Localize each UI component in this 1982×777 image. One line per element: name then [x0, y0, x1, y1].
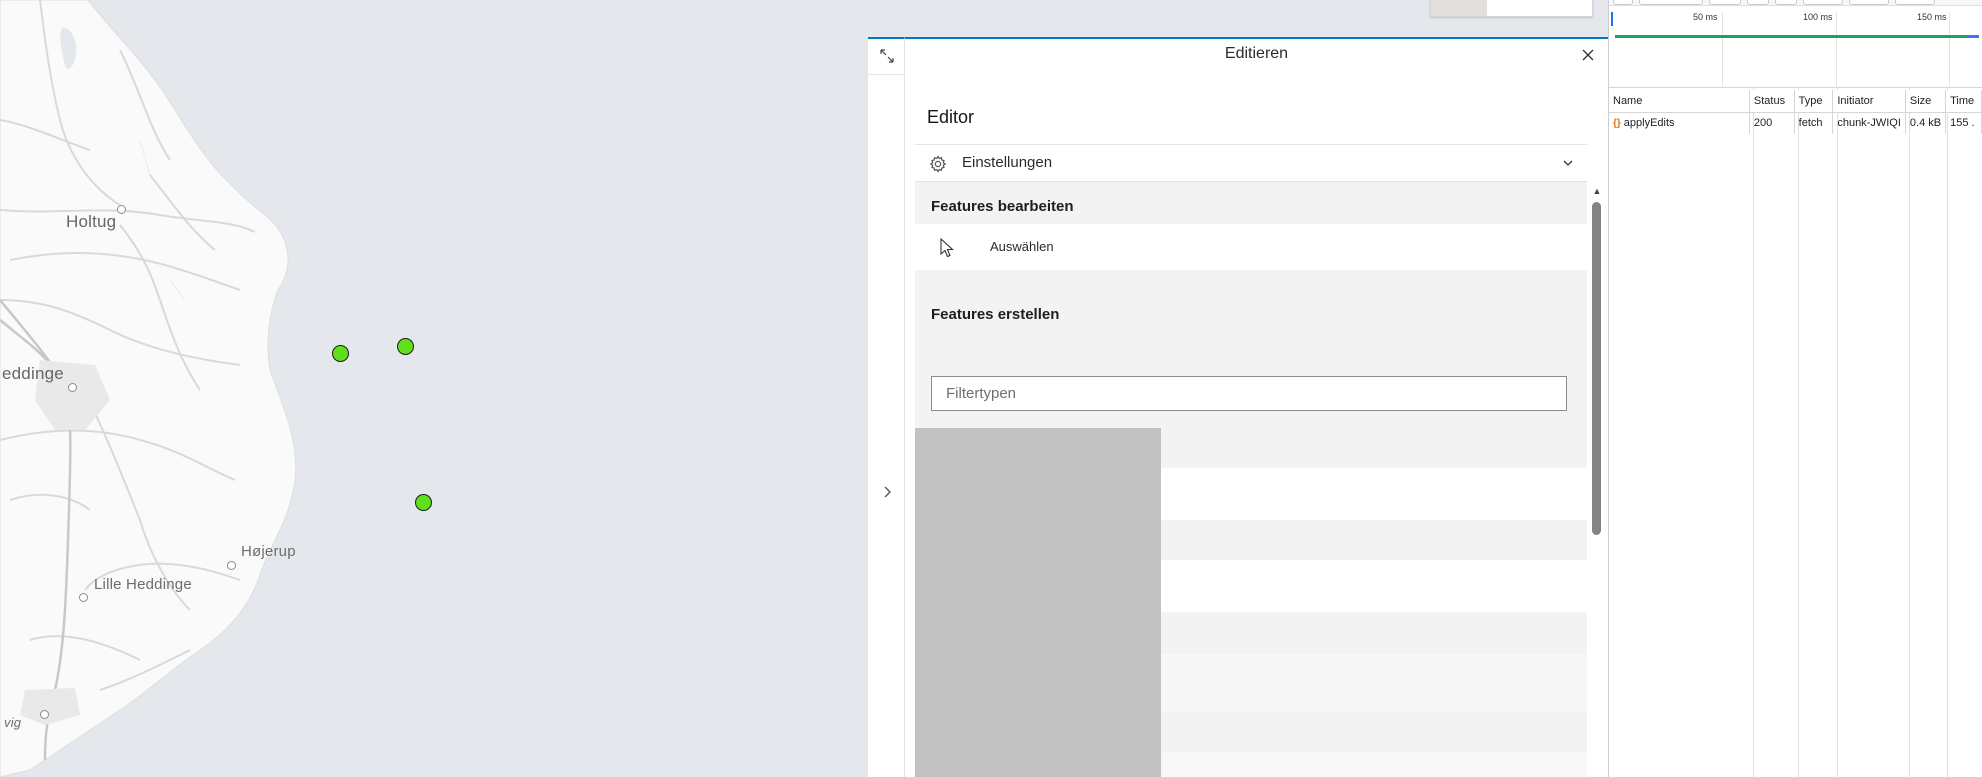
timeline-gridline	[1836, 12, 1837, 88]
column-header-status[interactable]: Status	[1749, 90, 1795, 113]
chevron-right-icon	[884, 486, 891, 497]
close-panel-button[interactable]	[1578, 45, 1598, 65]
timeline-request-bar-end	[1967, 35, 1979, 38]
column-header-initiator[interactable]: Initiator	[1832, 90, 1906, 113]
settings-label: Einstellungen	[962, 154, 1053, 171]
expand-panel-button[interactable]	[874, 43, 899, 68]
feature-point[interactable]	[397, 338, 414, 355]
toolbar-button[interactable]	[1895, 0, 1935, 5]
table-row[interactable]: {} applyEdits 200 fetch chunk-JWIQI 0.4 k…	[1609, 112, 1982, 134]
close-icon	[1582, 49, 1594, 61]
map-top-widget-segment	[1431, 0, 1487, 16]
column-divider	[1753, 88, 1754, 777]
screen: Holtug eddinge Højerup Lille Heddinge vi…	[0, 0, 1982, 777]
town-marker-vig	[40, 710, 49, 719]
panel-side-rail	[868, 37, 905, 777]
map-top-widget[interactable]	[1430, 0, 1593, 17]
create-features-heading: Features erstellen	[931, 306, 1060, 323]
toolbar-button[interactable]	[1803, 0, 1843, 5]
toolbar-button[interactable]	[1639, 0, 1703, 5]
column-header-size[interactable]: Size	[1905, 90, 1947, 113]
editor-content: Features bearbeiten Auswählen Features e…	[915, 182, 1587, 777]
column-divider	[1837, 88, 1838, 777]
town-marker-hojerup	[227, 561, 236, 570]
filter-types-input[interactable]	[931, 376, 1567, 411]
timeline-start-marker	[1611, 12, 1613, 26]
request-name: applyEdits	[1623, 117, 1675, 130]
editor-panel: Editieren Editor Einstellungen Features …	[905, 37, 1608, 777]
cursor-icon	[940, 238, 954, 258]
scroll-up-arrow[interactable]: ▲	[1590, 186, 1604, 196]
select-tool-label: Auswählen	[990, 239, 1054, 254]
map-label-hojerup: Højerup	[241, 543, 296, 560]
expand-icon	[879, 48, 894, 63]
request-type: fetch	[1794, 112, 1834, 134]
network-timeline-overview[interactable]: 50 ms 100 ms 150 ms	[1609, 6, 1982, 88]
panel-header: Editieren	[905, 39, 1608, 71]
town-marker-lille-heddinge	[79, 593, 88, 602]
toolbar-button[interactable]	[1709, 0, 1741, 5]
column-divider	[1798, 88, 1799, 777]
settings-accordion[interactable]: Einstellungen	[915, 144, 1587, 182]
request-status: 200	[1749, 112, 1795, 134]
column-header-type[interactable]: Type	[1794, 90, 1834, 113]
table-header-row: Name Status Type Initiator Size Time	[1609, 90, 1982, 113]
timeline-tick-label: 100 ms	[1803, 12, 1833, 22]
timeline-request-bar	[1615, 35, 1975, 38]
column-divider	[1909, 88, 1910, 777]
network-requests-table: Name Status Type Initiator Size Time {} a…	[1609, 90, 1982, 134]
redacted-template-thumbnails	[915, 428, 1161, 777]
timeline-tick-label: 150 ms	[1917, 12, 1947, 22]
collapse-panel-button[interactable]	[874, 479, 899, 504]
edit-features-heading: Features bearbeiten	[931, 198, 1074, 215]
town-marker-holtug	[117, 205, 126, 214]
timeline-tick-label: 50 ms	[1693, 12, 1718, 22]
toolbar-button[interactable]	[1775, 0, 1797, 5]
editor-heading: Editor	[927, 107, 975, 127]
town-marker-heddinge	[68, 383, 77, 392]
fetch-icon: {}	[1613, 118, 1621, 130]
column-divider	[1947, 88, 1948, 777]
scrollbar-thumb[interactable]	[1592, 202, 1601, 535]
request-name-cell[interactable]: {} applyEdits	[1609, 112, 1750, 134]
column-header-time[interactable]: Time	[1945, 90, 1982, 113]
gear-icon	[929, 155, 947, 173]
map-label-holtug: Holtug	[66, 212, 117, 231]
request-time: 155 .	[1945, 112, 1982, 134]
request-initiator[interactable]: chunk-JWIQI	[1832, 112, 1906, 134]
devtools-network-panel: 50 ms 100 ms 150 ms Name Status Type Ini…	[1608, 0, 1982, 777]
timeline-gridline	[1949, 12, 1950, 88]
toolbar-button[interactable]	[1849, 0, 1889, 5]
chevron-down-icon	[1563, 160, 1573, 166]
feature-point[interactable]	[415, 494, 432, 511]
panel-title: Editieren	[1224, 45, 1289, 62]
toolbar-button[interactable]	[1613, 0, 1633, 5]
map-label-lille-heddinge: Lille Heddinge	[94, 576, 192, 593]
map-label-vig: vig	[4, 715, 22, 730]
feature-point[interactable]	[332, 345, 349, 362]
rail-divider	[868, 74, 905, 75]
timeline-gridline	[1722, 12, 1723, 88]
request-size: 0.4 kB	[1905, 112, 1947, 134]
select-tool-button[interactable]: Auswählen	[915, 224, 1587, 270]
column-header-name[interactable]: Name	[1609, 90, 1750, 113]
toolbar-button[interactable]	[1747, 0, 1769, 5]
map-label-heddinge: eddinge	[2, 364, 64, 383]
